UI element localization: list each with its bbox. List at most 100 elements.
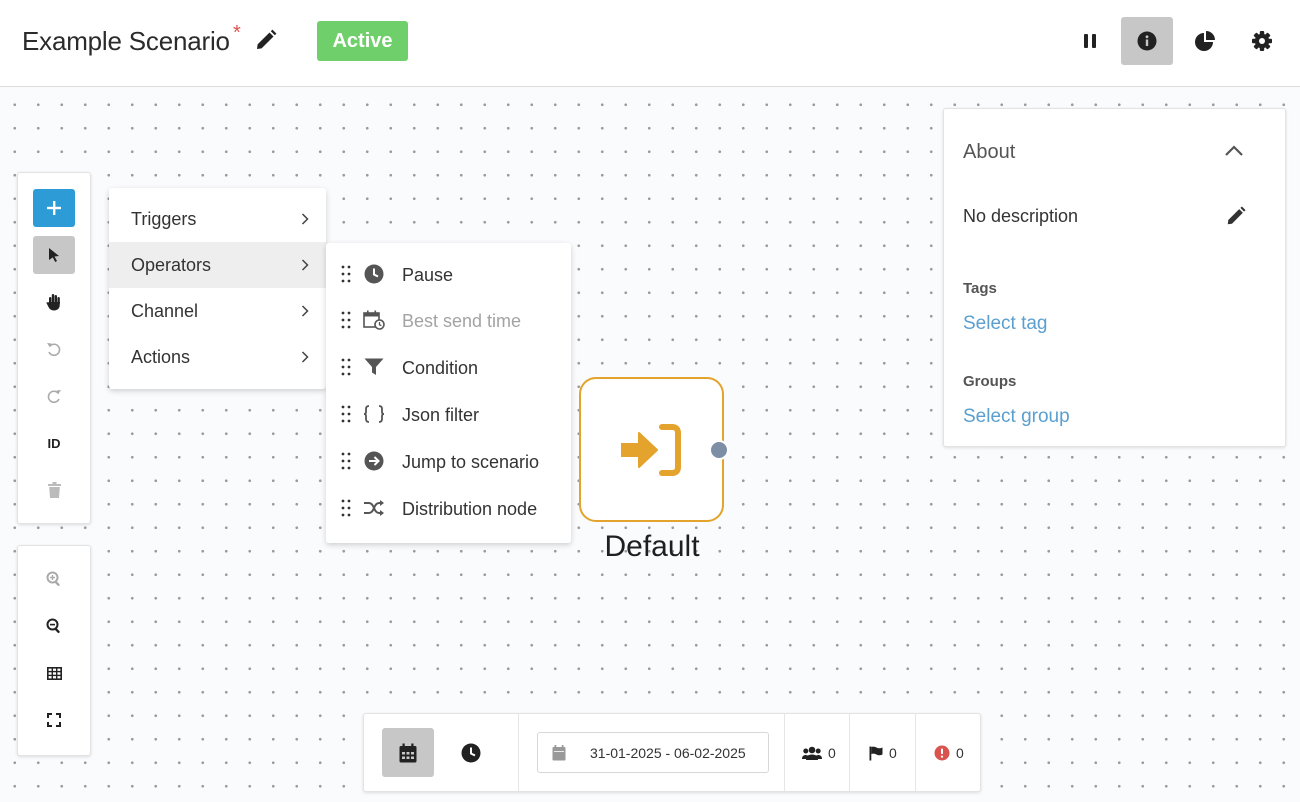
- drag-handle-icon: [341, 405, 351, 423]
- node-output-port[interactable]: [709, 440, 729, 460]
- zoom-in-icon: [46, 571, 60, 587]
- menu-item-channel[interactable]: Channel: [109, 288, 326, 334]
- description-text: No description: [963, 206, 1079, 226]
- pan-tool-button[interactable]: [33, 283, 75, 321]
- plus-icon: [47, 201, 61, 215]
- date-range-picker[interactable]: 31-01-2025 - 06-02-2025: [537, 732, 769, 773]
- grid-button[interactable]: [33, 654, 75, 692]
- clock-icon: [461, 743, 481, 762]
- filter-icon: [363, 356, 385, 378]
- select-tool-button[interactable]: [33, 236, 75, 274]
- operator-jump-to-scenario[interactable]: Jump to scenario: [326, 439, 571, 486]
- fullscreen-icon: [47, 713, 61, 727]
- calendar-icon: [399, 743, 417, 762]
- add-node-menu: Triggers Operators Channel Actions: [109, 188, 326, 389]
- chevron-right-icon: [301, 213, 309, 225]
- shuffle-icon: [363, 497, 385, 519]
- default-node[interactable]: [579, 377, 724, 522]
- add-node-button[interactable]: [33, 189, 75, 227]
- errors-count: 0: [956, 745, 964, 761]
- calendar-button[interactable]: [382, 728, 434, 777]
- goals-stat: 0: [869, 742, 897, 764]
- info-button[interactable]: [1121, 17, 1173, 65]
- statistics-button[interactable]: [1179, 17, 1231, 65]
- chevron-right-icon: [301, 305, 309, 317]
- zoom-in-button[interactable]: [33, 560, 75, 598]
- operator-best-send-time[interactable]: Best send time: [326, 298, 571, 345]
- tags-label: Tags: [963, 280, 997, 297]
- date-range-text: 31-01-2025 - 06-02-2025: [590, 745, 746, 761]
- operator-label: Jump to scenario: [402, 452, 540, 472]
- scenario-title: Example Scenario: [22, 26, 230, 56]
- users-stat: 0: [802, 742, 836, 764]
- grid-icon: [46, 666, 62, 680]
- pause-icon: [1084, 34, 1096, 48]
- show-id-button[interactable]: ID: [33, 424, 75, 462]
- pencil-icon[interactable]: [1225, 205, 1247, 227]
- undo-button[interactable]: [33, 330, 75, 368]
- select-tag-link[interactable]: Select tag: [963, 313, 1048, 335]
- settings-button[interactable]: [1236, 17, 1288, 65]
- menu-item-label: Operators: [131, 255, 212, 275]
- zoom-toolbar: [17, 545, 91, 756]
- hand-icon: [46, 294, 60, 311]
- operator-condition[interactable]: Condition: [326, 345, 571, 392]
- menu-item-triggers[interactable]: Triggers: [109, 196, 326, 242]
- info-icon: [1137, 31, 1157, 51]
- sign-in-icon: [620, 423, 681, 476]
- divider: [518, 714, 519, 791]
- gear-icon: [1252, 31, 1272, 51]
- drag-handle-icon: [341, 311, 351, 329]
- pencil-icon[interactable]: [254, 28, 278, 52]
- undo-icon: [47, 343, 61, 357]
- trash-icon: [47, 482, 61, 498]
- menu-item-label: Triggers: [131, 209, 197, 229]
- error-icon: [934, 745, 950, 761]
- operator-label: Pause: [402, 265, 454, 285]
- operators-submenu: Pause Best send time Condition Json filt…: [326, 243, 571, 543]
- operator-label: Distribution node: [402, 499, 538, 519]
- operator-label: Best send time: [402, 311, 522, 331]
- about-title: About: [963, 141, 1016, 163]
- operator-json-filter[interactable]: Json filter: [326, 392, 571, 439]
- unsaved-marker: *: [233, 22, 241, 44]
- zoom-out-icon: [46, 618, 60, 634]
- groups-label: Groups: [963, 373, 1017, 390]
- drag-handle-icon: [341, 499, 351, 517]
- time-button[interactable]: [445, 728, 497, 777]
- operator-pause[interactable]: Pause: [326, 252, 571, 299]
- drag-handle-icon: [341, 452, 351, 470]
- redo-button[interactable]: [33, 377, 75, 415]
- pause-button[interactable]: [1064, 17, 1116, 65]
- calendar-clock-icon: [363, 309, 385, 331]
- pointer-icon: [49, 248, 59, 262]
- status-badge: Active: [317, 21, 408, 61]
- bottom-bar: 31-01-2025 - 06-02-2025 0 0 0: [363, 713, 981, 792]
- chevron-right-icon: [301, 259, 309, 271]
- flags-count: 0: [889, 745, 897, 761]
- chevron-right-icon: [301, 351, 309, 363]
- menu-item-actions[interactable]: Actions: [109, 334, 326, 380]
- select-group-link[interactable]: Select group: [963, 406, 1070, 428]
- delete-button[interactable]: [33, 471, 75, 509]
- divider: [915, 714, 916, 791]
- about-panel: About No description Tags Select tag Gro…: [943, 108, 1286, 447]
- divider: [849, 714, 850, 791]
- id-text: ID: [47, 435, 61, 451]
- pie-chart-icon: [1195, 31, 1215, 51]
- header: Example Scenario * Active: [0, 0, 1300, 87]
- menu-item-operators[interactable]: Operators: [109, 242, 326, 288]
- menu-item-label: Actions: [131, 347, 191, 367]
- users-count: 0: [828, 745, 836, 761]
- chevron-up-icon[interactable]: [1223, 140, 1245, 162]
- divider: [784, 714, 785, 791]
- clock-icon: [363, 263, 385, 285]
- braces-icon: [363, 403, 385, 425]
- editing-toolbar: ID: [17, 172, 91, 524]
- errors-stat: 0: [934, 742, 964, 764]
- operator-distribution-node[interactable]: Distribution node: [326, 486, 571, 533]
- redo-icon: [47, 390, 61, 404]
- operator-label: Condition: [402, 358, 479, 378]
- fullscreen-button[interactable]: [33, 701, 75, 739]
- zoom-out-button[interactable]: [33, 607, 75, 645]
